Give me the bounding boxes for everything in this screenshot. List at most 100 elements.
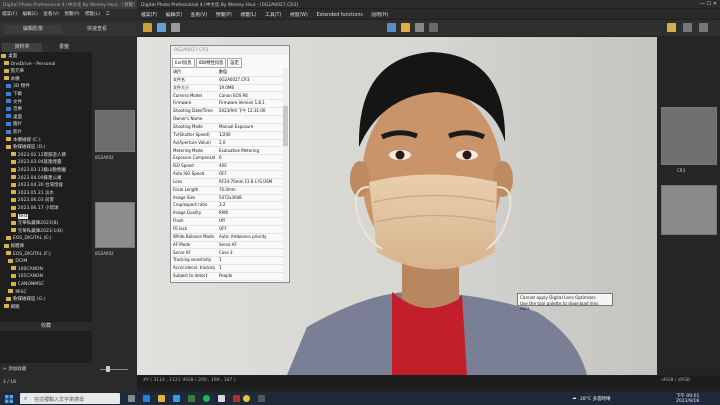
tree-item[interactable]: 2023.04.30 台灣燈會	[10, 182, 63, 189]
tree-item[interactable]: 圖片	[6, 121, 22, 128]
thumbnail[interactable]	[661, 107, 717, 165]
tab-exif[interactable]: Exif訊息	[172, 58, 195, 68]
tree-item[interactable]: 100CANON	[10, 266, 43, 273]
thumbnail[interactable]	[661, 185, 717, 235]
task-view-icon[interactable]	[128, 395, 135, 402]
info-icon[interactable]	[401, 23, 410, 32]
tree-item[interactable]: 媒體庫	[3, 243, 24, 250]
tab-quick-check[interactable]: 快速查看	[68, 25, 126, 34]
tree-item[interactable]: 軟碟磁碟區 (G:)	[6, 296, 45, 303]
tree-item[interactable]: MISC	[8, 289, 27, 296]
zoom-slider[interactable]	[92, 365, 136, 373]
tree-item[interactable]: 2023.03.04基隆煙臺	[10, 159, 62, 166]
thumbnail[interactable]	[95, 202, 135, 248]
mail-icon[interactable]	[173, 395, 180, 402]
spotify-icon[interactable]	[203, 395, 210, 402]
thumbnail[interactable]	[95, 110, 135, 152]
exif-key: Servo AF	[173, 249, 191, 255]
tree-item[interactable]: 文件	[6, 99, 22, 106]
app-icon[interactable]	[233, 395, 240, 402]
window-controls[interactable]: — ☐ ✕	[697, 1, 717, 8]
weather-text[interactable]: 28°C 多雲時晴	[580, 396, 611, 402]
tree-item-label: 影片	[13, 130, 22, 135]
tree-item[interactable]: 101CANON	[10, 273, 43, 280]
menu-preview[interactable]: 預覽(P)	[64, 12, 79, 17]
tree-item-label: 2023.04.30 台灣燈會	[17, 183, 63, 189]
tree-item[interactable]: 元華私藏庫2023(B)	[10, 220, 58, 227]
menu-file[interactable]: 檔案(F)	[2, 12, 17, 17]
tree-item[interactable]: OneDrive - Personal	[3, 61, 55, 68]
tree-item-label: 2023.04.09蘇墨公寓	[17, 175, 62, 181]
tree-item[interactable]: EOS_DIGITAL (E:)	[6, 235, 51, 242]
tree-item[interactable]: 桌面	[6, 114, 22, 121]
exif-value: Case 3	[219, 249, 233, 255]
stamp-icon[interactable]	[429, 23, 438, 32]
menu-tools[interactable]: 工	[106, 12, 111, 17]
tree-item[interactable]: 影片	[6, 129, 22, 136]
zoom-icon[interactable]	[699, 23, 708, 32]
tab-bookmarks[interactable]: 書籤	[44, 43, 84, 52]
menu-view[interactable]: 查看(V)	[191, 13, 208, 18]
tree-item[interactable]: CANONMSC	[10, 281, 44, 288]
grid-icon[interactable]	[157, 23, 166, 32]
menu-edit[interactable]: 編輯(E)	[166, 13, 182, 18]
menu-label[interactable]: 標籤(L)	[240, 13, 256, 18]
tab-idb[interactable]: IDB特性訊息	[195, 58, 227, 68]
tree-item[interactable]: 軟碟磁碟區 (D:)	[6, 144, 45, 151]
tree-item[interactable]: 元華私藏庫2023-1(B)	[10, 228, 63, 235]
exif-key: Image Size	[173, 194, 196, 200]
file-explorer-icon[interactable]	[158, 395, 165, 402]
edge-icon[interactable]	[143, 395, 150, 402]
tree-item[interactable]: test	[10, 213, 29, 220]
windows-start-icon[interactable]	[5, 395, 13, 403]
dpp-icon[interactable]	[258, 395, 265, 402]
tree-item[interactable]: 音樂	[6, 106, 22, 113]
exif-scrollbar[interactable]	[283, 68, 288, 282]
menu-view[interactable]: 查看(V)	[43, 12, 59, 17]
crop-icon[interactable]	[415, 23, 424, 32]
exif-scrollbar-thumb[interactable]	[283, 106, 288, 146]
tree-item[interactable]: 3D 物件	[6, 83, 30, 90]
folder-icon[interactable]	[143, 23, 152, 32]
folder-icon	[6, 129, 11, 134]
tree-item[interactable]: 網路	[3, 304, 20, 311]
tab-edit-image[interactable]: 編輯影像	[4, 25, 62, 34]
clock-date[interactable]: 2023/9/18	[676, 399, 699, 404]
rotate-icon[interactable]	[683, 23, 692, 32]
tree-item-label: 網路	[10, 304, 20, 310]
tree-item[interactable]: 2023.03.11藝山動物園	[10, 167, 66, 174]
tool-palette-icon[interactable]	[387, 23, 396, 32]
menu-window[interactable]: 視窗(W)	[290, 13, 308, 18]
exif-value: RAW	[219, 210, 229, 216]
tree-item[interactable]: 本機磁碟 (C:)	[6, 137, 41, 144]
tree-item[interactable]: DCIM	[8, 258, 27, 265]
star-icon[interactable]	[667, 23, 676, 32]
tree-item[interactable]: 桌面	[1, 53, 17, 60]
menu-file[interactable]: 檔案(F)	[141, 13, 157, 18]
zoom-slider-handle[interactable]	[106, 366, 110, 372]
folder-icon	[6, 137, 11, 142]
tree-item[interactable]: 本機	[3, 76, 20, 83]
add-collection-button[interactable]: + 添加收藏	[3, 366, 63, 373]
compare-icon[interactable]	[171, 23, 180, 32]
tab-settings[interactable]: 設定	[227, 58, 242, 68]
tree-item[interactable]: 2023.04.09蘇墨公寓	[10, 175, 62, 182]
taskbar-search[interactable]: ⌕ 在這裡輸入文字來搜尋	[20, 393, 120, 404]
tree-item[interactable]: 2023.06.17 小琉球	[10, 205, 59, 212]
tree-item[interactable]: EOS_DIGITAL (F:)	[6, 251, 51, 258]
tree-item[interactable]: 2023.05.21 淡水	[10, 190, 54, 197]
menu-tools[interactable]: 工具(T)	[265, 13, 281, 18]
chrome-icon[interactable]	[243, 395, 250, 402]
menu-help[interactable]: 說明(H)	[371, 13, 388, 18]
app-icon[interactable]	[188, 395, 195, 402]
app-icon[interactable]	[218, 395, 225, 402]
tab-folders[interactable]: 資料夾	[2, 43, 42, 52]
menu-label[interactable]: 標籤(L)	[85, 12, 100, 17]
menu-edit[interactable]: 編輯(E)	[23, 12, 38, 17]
menu-extended[interactable]: Extended functions	[316, 13, 362, 18]
menu-preview[interactable]: 預覽(P)	[216, 13, 232, 18]
tree-item[interactable]: 2023.02.12南部遊人節	[10, 152, 66, 159]
tree-item[interactable]: 張元華	[3, 68, 24, 75]
tree-item[interactable]: 下載	[6, 91, 22, 98]
tree-item[interactable]: 2023.06.03 前景	[10, 197, 54, 204]
